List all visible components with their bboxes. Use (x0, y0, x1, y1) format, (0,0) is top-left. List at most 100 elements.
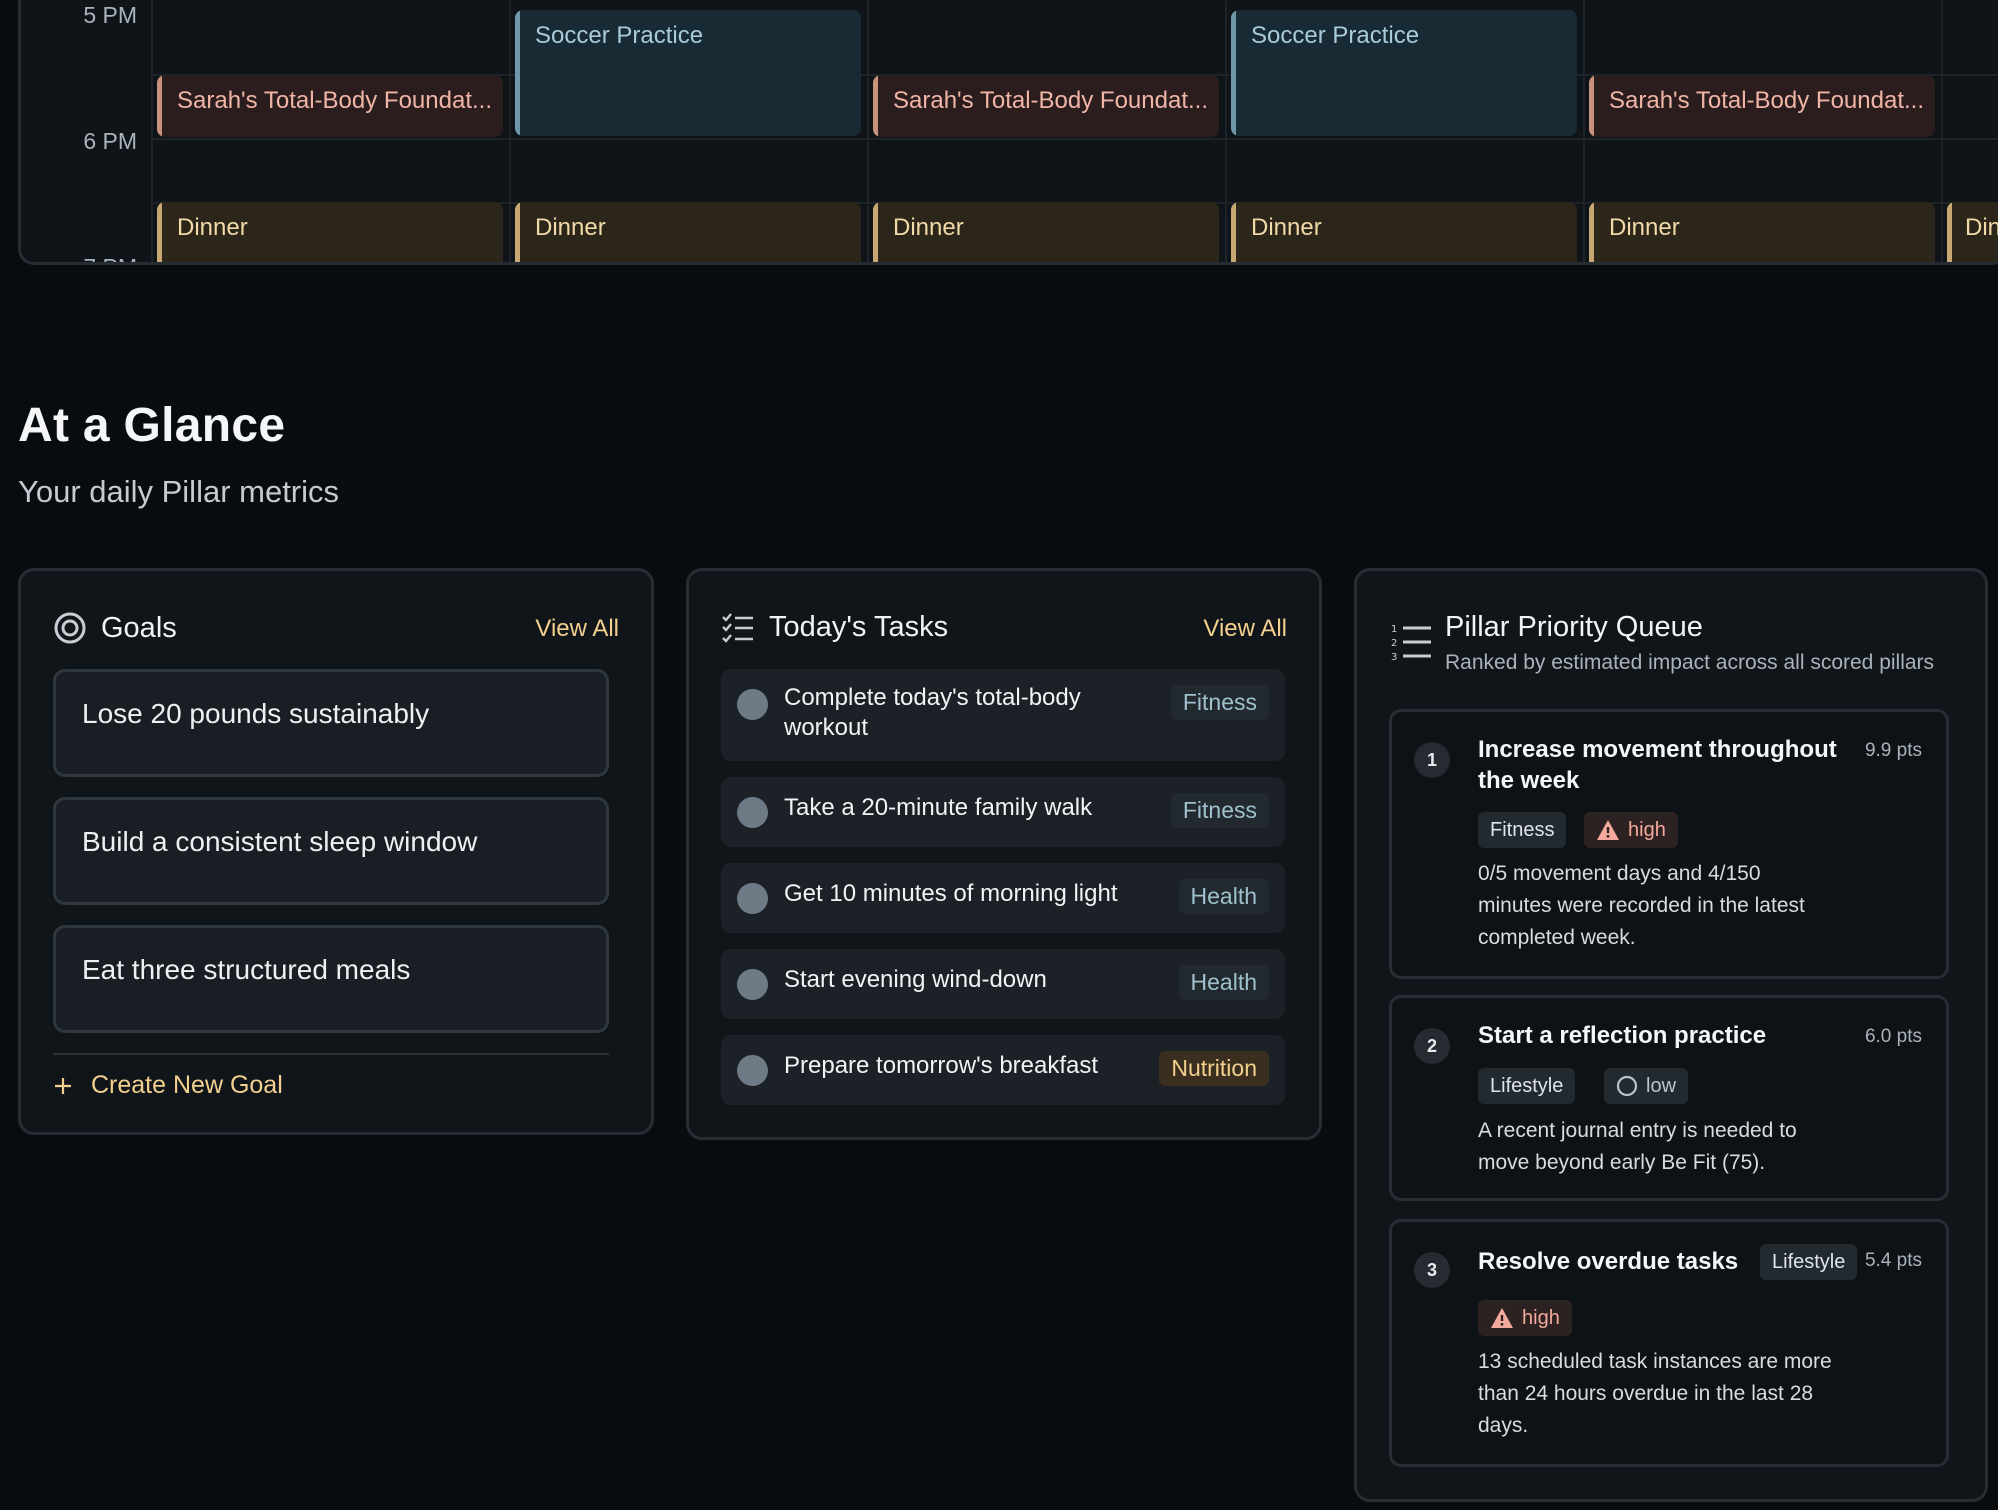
rank-badge: 2 (1414, 1028, 1450, 1064)
tasks-view-all-link[interactable]: View All (1203, 615, 1287, 643)
goals-view-all-link[interactable]: View All (535, 615, 619, 643)
day-divider (1941, 0, 1943, 262)
event-title: Din (1965, 214, 1998, 241)
task-checkbox[interactable] (737, 797, 768, 828)
event-title: Sarah's Total-Body Foundat... (893, 87, 1208, 114)
task-label: Complete today's total-body workout (784, 683, 1081, 743)
plus-icon (53, 1076, 73, 1096)
description-line: days. (1478, 1414, 1529, 1437)
event-title: Dinner (1609, 214, 1680, 241)
calendar-event-soccer-practice[interactable]: Soccer Practice (515, 10, 861, 136)
description-line: move beyond early Be Fit (75). (1478, 1151, 1766, 1174)
pillar-priority-queue-card: 1 2 3 Pillar Priority Queue Ranked by esti… (1354, 568, 1988, 1502)
warning-icon (1596, 819, 1620, 841)
task-label-line: workout (784, 714, 869, 741)
task-label: Prepare tomorrow's breakfast (784, 1052, 1099, 1079)
description-line: 0/5 movement days and 4/150 (1478, 862, 1761, 885)
queue-item-title-line: the week (1478, 767, 1580, 794)
calendar-event-dinner[interactable]: Dinner (515, 202, 861, 262)
rank-badge: 3 (1414, 1252, 1450, 1288)
warning-icon (1490, 1307, 1514, 1329)
day-divider (1583, 0, 1585, 262)
day-divider (151, 0, 153, 262)
priority-chip-high: high (1584, 812, 1678, 848)
target-icon (53, 611, 87, 645)
impact-points: 6.0 pts (1864, 1026, 1922, 1047)
day-divider (1225, 0, 1227, 262)
tasks-card-header: Today's Tasks (721, 611, 948, 644)
event-title: Soccer Practice (1251, 22, 1420, 49)
priority-label: low (1646, 1074, 1677, 1097)
task-item[interactable]: Start evening wind-down Health (721, 949, 1285, 1019)
priority-chip-low: low (1604, 1068, 1689, 1104)
rank-badge: 1 (1414, 742, 1450, 778)
task-label-line: Complete today's total-body (784, 684, 1081, 711)
impact-points: 9.9 pts (1864, 740, 1922, 761)
event-title: Dinner (893, 214, 964, 241)
goal-item[interactable]: Eat three structured meals (53, 925, 609, 1033)
goal-item[interactable]: Lose 20 pounds sustainably (53, 669, 609, 777)
goal-label: Eat three structured meals (82, 954, 411, 985)
queue-item[interactable]: 3 Resolve overdue tasks Lifestyle 5.4 pt… (1389, 1219, 1949, 1467)
time-label-5pm: 5 PM (83, 2, 137, 28)
day-divider (867, 0, 869, 262)
description-line: A recent journal entry is needed to (1478, 1119, 1797, 1142)
pillar-chip: Fitness (1478, 812, 1567, 848)
tasks-card-title: Today's Tasks (769, 611, 949, 643)
queue-item-description: 0/5 movement days and 4/150 minutes were… (1478, 858, 1878, 954)
calendar-event-dinner[interactable]: Dinner (873, 202, 1219, 262)
calendar-event-dinner[interactable]: Dinner (157, 202, 503, 262)
task-item[interactable]: Take a 20-minute family walk Fitness (721, 777, 1285, 847)
ordered-list-icon: 1 2 3 (1391, 621, 1433, 661)
goals-card: Goals View All Lose 20 pounds sustainabl… (18, 568, 654, 1135)
task-checkbox[interactable] (737, 969, 768, 1000)
goals-divider (53, 1053, 609, 1055)
calendar-event-sarah-workout[interactable]: Sarah's Total-Body Foundat... (873, 75, 1219, 137)
time-label-6pm: 6 PM (83, 128, 137, 154)
pillar-tag: Health (1178, 879, 1269, 914)
task-label: Get 10 minutes of morning light (784, 880, 1118, 907)
task-item[interactable]: Prepare tomorrow's breakfast Nutrition (721, 1035, 1285, 1105)
calendar-event-sarah-workout[interactable]: Sarah's Total-Body Foundat... (157, 75, 503, 137)
priority-label: high (1522, 1306, 1560, 1329)
goal-label: Lose 20 pounds sustainably (82, 698, 430, 729)
task-checkbox[interactable] (737, 883, 768, 914)
svg-text:2: 2 (1391, 638, 1397, 649)
calendar-event-sarah-workout[interactable]: Sarah's Total-Body Foundat... (1589, 75, 1935, 137)
calendar-event-soccer-practice[interactable]: Soccer Practice (1231, 10, 1577, 136)
queue-item-title: Resolve overdue tasks (1478, 1248, 1739, 1275)
pillar-tag: Fitness (1170, 685, 1269, 720)
calendar-event-dinner[interactable]: Dinner (1589, 202, 1935, 262)
checklist-icon (721, 612, 755, 643)
description-line: minutes were recorded in the latest (1478, 894, 1805, 917)
calendar-week-view: 5 PM 6 PM 7 PM Soccer Practice Soccer Pr… (18, 0, 1998, 265)
todays-tasks-card: Today's Tasks View All Complete today's … (686, 568, 1322, 1140)
event-title: Sarah's Total-Body Foundat... (1609, 87, 1924, 114)
page-section-title: At a Glance (18, 399, 286, 452)
queue-item-title: Increase movement throughout the week (1478, 734, 1837, 796)
goal-label: Build a consistent sleep window (82, 826, 478, 857)
create-new-goal-label: Create New Goal (91, 1071, 283, 1099)
time-gutter: 5 PM 6 PM 7 PM (21, 0, 151, 262)
task-item[interactable]: Complete today's total-body workout Fitn… (721, 669, 1285, 761)
impact-points: 5.4 pts (1864, 1250, 1922, 1271)
priority-label: high (1628, 818, 1666, 841)
task-item[interactable]: Get 10 minutes of morning light Health (721, 863, 1285, 933)
calendar-event-dinner-partial[interactable]: Din (1947, 202, 1998, 262)
pillar-chip: Lifestyle (1760, 1244, 1858, 1280)
queue-item[interactable]: 1 Increase movement throughout the week … (1389, 709, 1949, 979)
queue-item-description: A recent journal entry is needed to move… (1478, 1115, 1878, 1179)
task-checkbox[interactable] (737, 1055, 768, 1086)
day-divider (509, 0, 511, 262)
svg-text:1: 1 (1391, 624, 1397, 635)
goals-card-header: Goals (53, 611, 177, 645)
task-checkbox[interactable] (737, 689, 768, 720)
create-new-goal-button[interactable]: Create New Goal (53, 1071, 283, 1100)
calendar-event-dinner[interactable]: Dinner (1231, 202, 1577, 262)
goal-item[interactable]: Build a consistent sleep window (53, 797, 609, 905)
description-line: completed week. (1478, 926, 1636, 949)
description-line: 13 scheduled task instances are more (1478, 1350, 1832, 1373)
hour-line (151, 138, 1998, 140)
queue-item[interactable]: 2 Start a reflection practice 6.0 pts Li… (1389, 995, 1949, 1201)
queue-card-title: Pillar Priority Queue (1445, 611, 1703, 643)
